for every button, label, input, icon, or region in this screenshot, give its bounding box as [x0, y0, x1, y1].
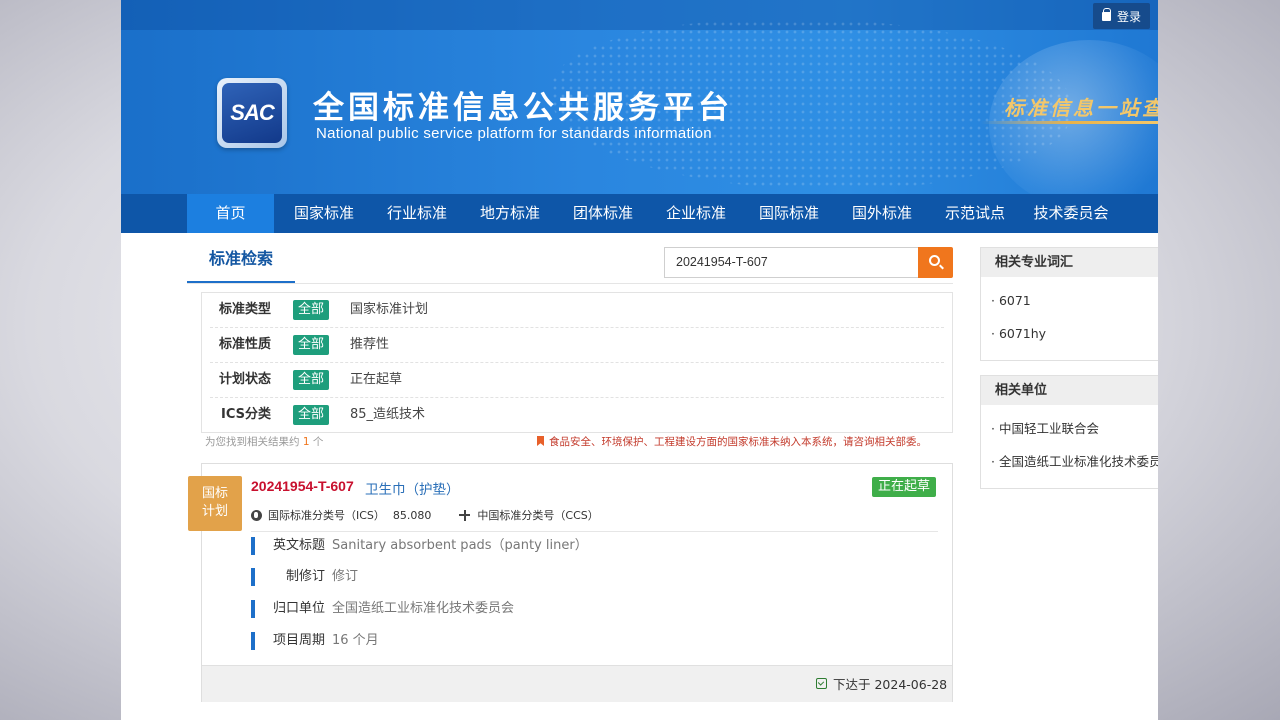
move-icon	[459, 509, 471, 521]
main-nav: 首页 国家标准 行业标准 地方标准 团体标准 企业标准 国际标准 国外标准 示范…	[121, 194, 1158, 233]
slogan: 标准信息一站查	[1004, 96, 1158, 120]
filter-panel: 标准类型 全部 国家标准计划 标准性质 全部 推荐性 计划状态 全部 正在起草 …	[201, 292, 953, 433]
bookmark-icon	[537, 436, 544, 446]
scope-notice: 食品安全、环境保护、工程建设方面的国家标准未纳入本系统，请咨询相关部委。	[537, 434, 927, 449]
tab-standard-search[interactable]: 标准检索	[187, 247, 295, 284]
filter-value[interactable]: 推荐性	[350, 328, 389, 362]
ics-value: 85.080	[392, 508, 432, 522]
filter-row-ics: ICS分类 全部 85_造纸技术	[210, 398, 944, 433]
nav-item-foreign[interactable]: 国外标准	[838, 194, 926, 233]
tab-divider	[187, 283, 953, 284]
filter-row-nature: 标准性质 全部 推荐性	[210, 328, 944, 363]
card-divider	[251, 531, 938, 532]
ccs-label: 中国标准分类号（CCS）	[477, 509, 599, 522]
status-badge: 正在起草	[872, 477, 937, 497]
filter-row-status: 计划状态 全部 正在起草	[210, 363, 944, 398]
detail-marker	[251, 632, 255, 650]
nav-item-pilot[interactable]: 示范试点	[931, 194, 1019, 233]
plan-type-tag: 国标 计划	[188, 476, 242, 531]
filter-all-badge[interactable]: 全部	[293, 370, 330, 390]
detail-value: 全国造纸工业标准化技术委员会	[332, 601, 515, 616]
nav-item-home[interactable]: 首页	[187, 194, 274, 233]
filter-label: ICS分类	[221, 407, 271, 422]
search-input[interactable]: 20241954-T-607	[664, 247, 919, 278]
header-banner: 登录 SAC 全国标准信息公共服务平台 National public serv…	[121, 0, 1158, 194]
detail-value: 16 个月	[332, 633, 379, 648]
detail-label: 项目周期	[273, 633, 326, 648]
scope-notice-text: 食品安全、环境保护、工程建设方面的国家标准未纳入本系统，请咨询相关部委。	[549, 436, 927, 448]
ics-label: 国际标准分类号（ICS）	[268, 509, 385, 522]
filter-row-type: 标准类型 全部 国家标准计划	[210, 293, 944, 328]
result-code-link[interactable]: 20241954-T-607	[251, 478, 354, 494]
issued-date-text: 下达于 2024-06-28	[833, 677, 948, 692]
globe-icon	[251, 509, 262, 521]
nav-item-local[interactable]: 地方标准	[466, 194, 554, 233]
login-label: 登录	[1116, 9, 1141, 24]
plan-tag-line1: 国标	[201, 486, 228, 501]
detail-value: Sanitary absorbent pads（panty liner）	[332, 538, 588, 553]
result-count: 为您找到相关结果约 1 个	[205, 434, 323, 449]
related-term-item[interactable]: · 6071	[981, 284, 1158, 317]
related-terms-panel: 相关专业词汇 · 6071 · 6071hy	[980, 247, 1158, 361]
nav-item-enterprise[interactable]: 企业标准	[652, 194, 740, 233]
filter-value[interactable]: 正在起草	[350, 363, 402, 397]
top-strip	[121, 0, 1158, 30]
detail-label: 归口单位	[273, 601, 326, 616]
site-title: 全国标准信息公共服务平台	[313, 90, 733, 126]
nav-item-committee[interactable]: 技术委员会	[1023, 194, 1119, 233]
filter-label: 标准类型	[219, 302, 272, 317]
result-name-link[interactable]: 卫生巾（护垫）	[365, 478, 460, 498]
login-button[interactable]: 登录	[1093, 3, 1150, 29]
slogan-underline	[981, 121, 1158, 124]
filter-value[interactable]: 85_造纸技术	[350, 398, 425, 432]
plan-tag-line2: 计划	[201, 504, 228, 519]
filter-all-badge[interactable]: 全部	[293, 300, 330, 320]
result-count-prefix: 为您找到相关结果约	[205, 436, 300, 448]
related-unit-item[interactable]: · 全国造纸工业标准化技术委员会	[981, 445, 1158, 478]
sac-logo-text: SAC	[222, 83, 282, 143]
nav-item-industry[interactable]: 行业标准	[373, 194, 461, 233]
detail-value: 修订	[332, 569, 359, 584]
related-units-title: 相关单位	[981, 376, 1158, 405]
search-icon	[929, 255, 940, 266]
detail-marker	[251, 537, 255, 555]
related-term-item[interactable]: · 6071hy	[981, 317, 1158, 350]
related-terms-title: 相关专业词汇	[981, 248, 1158, 277]
nav-item-group[interactable]: 团体标准	[559, 194, 647, 233]
related-unit-item[interactable]: · 中国轻工业联合会	[981, 412, 1158, 445]
filter-label: 计划状态	[219, 372, 272, 387]
lock-icon	[1101, 7, 1112, 21]
page: 登录 SAC 全国标准信息公共服务平台 National public serv…	[121, 0, 1158, 720]
search-button[interactable]	[918, 247, 953, 278]
detail-marker	[251, 600, 255, 618]
result-count-number: 1	[302, 436, 310, 448]
site-subtitle: National public service platform for sta…	[316, 125, 712, 142]
filter-all-badge[interactable]: 全部	[293, 335, 330, 355]
detail-row-revision: 制修订 修订	[251, 567, 938, 587]
nav-item-international[interactable]: 国际标准	[745, 194, 833, 233]
detail-row-unit: 归口单位 全国造纸工业标准化技术委员会	[251, 599, 938, 619]
classification-row: 国际标准分类号（ICS） 85.080 中国标准分类号（CCS）	[251, 507, 599, 523]
filter-all-badge[interactable]: 全部	[293, 405, 330, 425]
detail-row-period: 项目周期 16 个月	[251, 631, 938, 651]
detail-marker	[251, 568, 255, 586]
detail-label: 制修订	[286, 569, 326, 584]
filter-value[interactable]: 国家标准计划	[350, 293, 428, 327]
issued-date: 下达于 2024-06-28	[816, 674, 947, 693]
nav-item-national[interactable]: 国家标准	[280, 194, 368, 233]
result-count-suffix: 个	[312, 436, 324, 448]
calendar-check-icon	[816, 678, 827, 689]
detail-label: 英文标题	[273, 538, 326, 553]
detail-row-english-title: 英文标题 Sanitary absorbent pads（panty liner…	[251, 536, 938, 556]
sac-logo[interactable]: SAC	[217, 78, 287, 148]
filter-label: 标准性质	[219, 337, 272, 352]
related-units-panel: 相关单位 · 中国轻工业联合会 · 全国造纸工业标准化技术委员会	[980, 375, 1158, 489]
